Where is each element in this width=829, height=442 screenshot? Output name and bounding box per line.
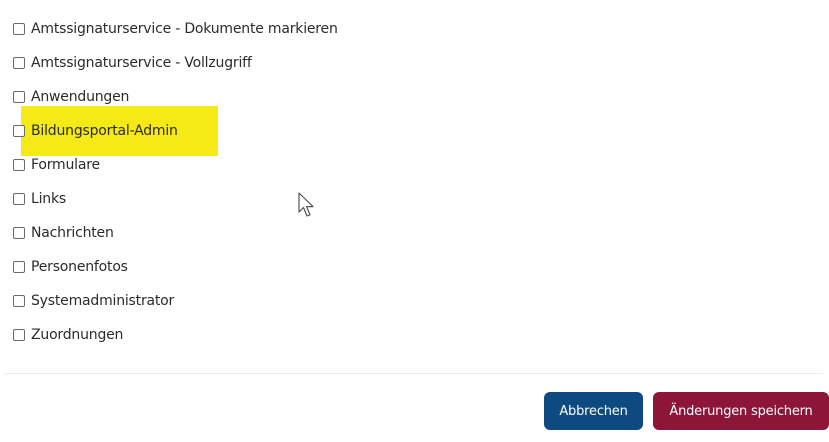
checkbox-item-links[interactable]: Links [13, 182, 338, 216]
checkbox[interactable] [13, 23, 25, 35]
checkbox[interactable] [13, 125, 25, 137]
checkbox-label: Zuordnungen [31, 327, 124, 343]
checkbox-item-personenfotos[interactable]: Personenfotos [13, 250, 338, 284]
checkbox[interactable] [13, 227, 25, 239]
checkbox[interactable] [13, 193, 25, 205]
checkbox-item-zuordnungen[interactable]: Zuordnungen [13, 318, 338, 352]
checkbox-label: Bildungsportal-Admin [31, 123, 178, 139]
checkbox[interactable] [13, 329, 25, 341]
checkbox[interactable] [13, 91, 25, 103]
footer-divider [5, 373, 823, 374]
cancel-button[interactable]: Abbrechen [544, 392, 643, 430]
checkbox-label: Anwendungen [31, 89, 130, 105]
checkbox-item-nachrichten[interactable]: Nachrichten [13, 216, 338, 250]
checkbox-item-amtssignaturservice-dokumente-markieren[interactable]: Amtssignaturservice - Dokumente markiere… [13, 12, 338, 46]
checkbox-label: Formulare [31, 157, 100, 173]
mouse-pointer-icon [298, 192, 314, 217]
checkbox[interactable] [13, 159, 25, 171]
checkbox[interactable] [13, 261, 25, 273]
checkbox[interactable] [13, 295, 25, 307]
checkbox-label: Amtssignaturservice - Vollzugriff [31, 55, 252, 71]
save-changes-button[interactable]: Änderungen speichern [653, 392, 829, 430]
checkbox-label: Systemadministrator [31, 293, 175, 309]
checkbox-item-bildungsportal-admin[interactable]: Bildungsportal-Admin [13, 106, 338, 156]
checkbox-label: Amtssignaturservice - Dokumente markiere… [31, 21, 338, 37]
checkbox[interactable] [13, 57, 25, 69]
checkbox-label: Nachrichten [31, 225, 114, 241]
checkbox-item-amtssignaturservice-vollzugriff[interactable]: Amtssignaturservice - Vollzugriff [13, 46, 338, 80]
permission-checkbox-list: Amtssignaturservice - Dokumente markiere… [13, 12, 338, 352]
checkbox-label: Personenfotos [31, 259, 128, 275]
checkbox-item-systemadministrator[interactable]: Systemadministrator [13, 284, 338, 318]
permissions-dialog: Amtssignaturservice - Dokumente markiere… [0, 0, 829, 442]
checkbox-label: Links [31, 191, 66, 207]
